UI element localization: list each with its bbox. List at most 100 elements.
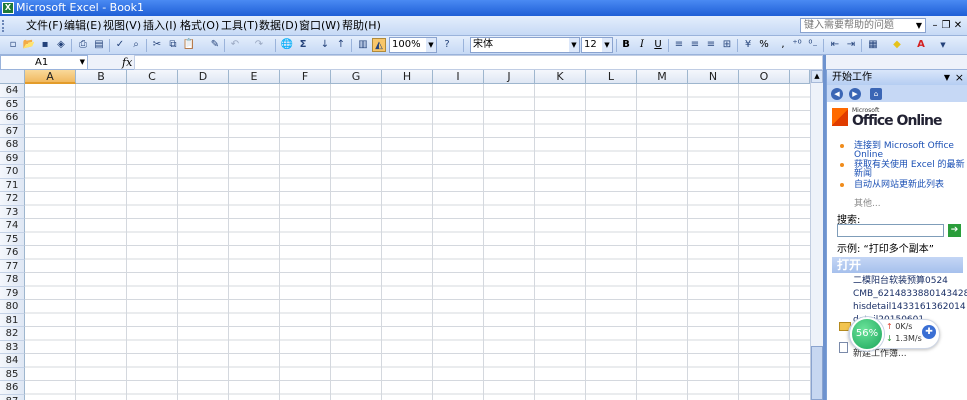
row-header[interactable]: 72 (0, 192, 25, 206)
insert-function-icon[interactable]: fx (122, 55, 132, 70)
column-header-m[interactable]: M (637, 70, 688, 84)
row-header[interactable]: 83 (0, 340, 25, 354)
link-excel-news[interactable]: 获取有关使用 Excel 的最新新闻 (854, 161, 966, 179)
help-icon[interactable]: ? (440, 38, 454, 52)
link-connect-office-online[interactable]: 连接到 Microsoft Office Online (854, 142, 966, 160)
paste-icon[interactable]: 📋 (182, 38, 196, 52)
column-header-c[interactable]: C (127, 70, 178, 84)
scroll-thumb[interactable] (811, 346, 823, 400)
font-name-dropdown-icon[interactable]: ▼ (569, 38, 579, 52)
column-header-g[interactable]: G (331, 70, 382, 84)
hyperlink-icon[interactable]: 🌐 (280, 38, 294, 52)
column-header-e[interactable]: E (229, 70, 280, 84)
row-header[interactable]: 69 (0, 151, 25, 165)
search-go-icon[interactable]: ➔ (948, 224, 961, 237)
row-header[interactable]: 77 (0, 259, 25, 273)
task-pane-menu-icon[interactable]: ▼ (944, 70, 950, 85)
cut-icon[interactable]: ✂ (150, 38, 164, 52)
task-pane-close-icon[interactable]: × (955, 70, 964, 85)
menu-insert[interactable]: 插入(I) (141, 19, 179, 33)
row-header[interactable]: 68 (0, 138, 25, 152)
vertical-scrollbar[interactable]: ▲ (810, 70, 823, 400)
print-preview-icon[interactable]: ▤ (92, 38, 106, 52)
comma-button[interactable]: , (776, 38, 790, 52)
row-header[interactable]: 67 (0, 124, 25, 138)
menu-file[interactable]: 文件(F) (24, 19, 65, 33)
font-size-dropdown-icon[interactable]: ▼ (602, 38, 612, 52)
name-box[interactable]: A1 ▼ (0, 55, 88, 70)
permission-icon[interactable]: ◈ (54, 38, 68, 52)
column-header-d[interactable]: D (178, 70, 229, 84)
save-icon[interactable]: ▪ (38, 38, 52, 52)
menu-view[interactable]: 视图(V) (101, 19, 143, 33)
recent-file[interactable]: 二模阳台软装预算0524 (853, 277, 948, 286)
toolbar-options-icon[interactable]: ▼ (936, 38, 950, 52)
row-header[interactable]: 84 (0, 354, 25, 368)
redo-icon[interactable]: ↷ (252, 38, 266, 52)
zoom-combo[interactable]: 100% ▼ (389, 37, 437, 53)
spelling-icon[interactable]: ✓ (113, 38, 127, 52)
bold-button[interactable]: B (619, 38, 633, 52)
undo-icon[interactable]: ↶ (228, 38, 242, 52)
network-widget-menu-icon[interactable]: ✚ (922, 325, 936, 339)
open-icon[interactable]: 📂 (22, 38, 36, 52)
fill-color-icon[interactable]: ◆ (890, 38, 904, 52)
select-all-button[interactable] (0, 70, 25, 84)
row-header[interactable]: 86 (0, 381, 25, 395)
align-left-icon[interactable]: ≡ (672, 38, 686, 52)
cell-area[interactable] (25, 84, 810, 400)
recent-file[interactable]: CMB_6214833880143428_20150 (853, 290, 967, 299)
row-header[interactable]: 70 (0, 165, 25, 179)
percent-button[interactable]: % (757, 38, 771, 52)
recent-file[interactable]: hisdetail1433161362014 (853, 303, 966, 312)
research-icon[interactable]: ⌕ (129, 38, 143, 52)
decrease-indent-icon[interactable]: ⇤ (828, 38, 842, 52)
font-size-combo[interactable]: 12 ▼ (581, 37, 613, 53)
column-header-k[interactable]: K (535, 70, 586, 84)
drawing-icon[interactable]: ◭ (372, 38, 386, 52)
forward-icon[interactable]: ▶ (849, 88, 861, 100)
column-header-j[interactable]: J (484, 70, 535, 84)
column-header-l[interactable]: L (586, 70, 637, 84)
row-header[interactable]: 74 (0, 219, 25, 233)
column-header-o[interactable]: O (739, 70, 790, 84)
italic-button[interactable]: I (635, 38, 649, 52)
zoom-dropdown-icon[interactable]: ▼ (426, 38, 436, 52)
search-input[interactable] (837, 224, 944, 237)
align-center-icon[interactable]: ≡ (688, 38, 702, 52)
currency-icon[interactable]: ¥ (741, 38, 755, 52)
sort-ascending-icon[interactable]: ↓ (318, 38, 332, 52)
menu-grip[interactable] (2, 20, 5, 32)
row-header[interactable]: 75 (0, 232, 25, 246)
help-search-box[interactable]: 键入需要帮助的问题 ▼ (800, 18, 926, 33)
copy-icon[interactable]: ⧉ (166, 38, 180, 52)
sort-descending-icon[interactable]: ↑ (334, 38, 348, 52)
column-header-partial[interactable] (790, 70, 810, 84)
row-header[interactable]: 65 (0, 97, 25, 111)
font-name-combo[interactable]: 宋体 ▼ (470, 37, 580, 53)
increase-indent-icon[interactable]: ⇥ (844, 38, 858, 52)
row-header[interactable]: 78 (0, 273, 25, 287)
row-header[interactable]: 76 (0, 246, 25, 260)
menu-tools[interactable]: 工具(T) (219, 19, 260, 33)
font-color-icon[interactable]: A (914, 38, 928, 52)
menu-help[interactable]: 帮助(H) (340, 19, 383, 33)
row-header[interactable]: 81 (0, 313, 25, 327)
menu-edit[interactable]: 编辑(E) (62, 19, 104, 33)
menu-window[interactable]: 窗口(W) (297, 19, 342, 33)
format-painter-icon[interactable]: ✎ (208, 38, 222, 52)
decrease-decimal-icon[interactable]: ⁰₋ (806, 38, 820, 52)
row-header[interactable]: 85 (0, 367, 25, 381)
align-right-icon[interactable]: ≡ (704, 38, 718, 52)
scroll-up-icon[interactable]: ▲ (811, 70, 823, 83)
chart-wizard-icon[interactable]: ▥ (356, 38, 370, 52)
link-more[interactable]: 其他... (854, 196, 881, 209)
menu-format[interactable]: 格式(O) (178, 19, 221, 33)
column-header-h[interactable]: H (382, 70, 433, 84)
row-header[interactable]: 80 (0, 300, 25, 314)
link-auto-update-list[interactable]: 自动从网站更新此列表 (854, 181, 966, 190)
column-header-f[interactable]: F (280, 70, 331, 84)
row-header[interactable]: 73 (0, 205, 25, 219)
menu-data[interactable]: 数据(D) (257, 19, 300, 33)
column-header-b[interactable]: B (76, 70, 127, 84)
